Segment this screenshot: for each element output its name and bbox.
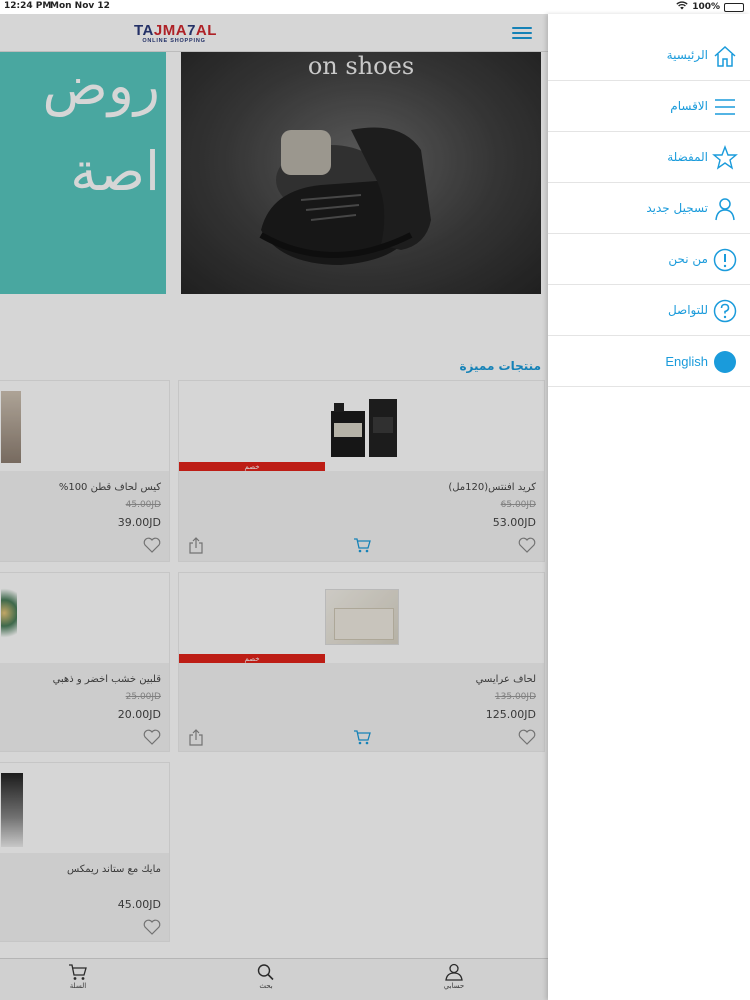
status-bar: 12:24 PM Mon Nov 12 100% bbox=[0, 0, 750, 14]
star-icon bbox=[712, 145, 738, 170]
wifi-icon bbox=[676, 1, 688, 13]
menu-item-language[interactable]: English bbox=[548, 336, 750, 387]
battery-percent: 100% bbox=[692, 2, 720, 12]
home-icon bbox=[714, 45, 736, 67]
menu-item-about[interactable]: من نحن bbox=[548, 234, 750, 285]
menu-item-register[interactable]: تسجيل جديد bbox=[548, 183, 750, 234]
status-date: Mon Nov 12 bbox=[50, 1, 110, 11]
status-right: 100% bbox=[676, 1, 744, 13]
side-menu-drawer: الرئيسية الاقسام المفضلة تسجيل جديد من ن… bbox=[548, 14, 750, 1000]
language-dot-icon bbox=[714, 351, 736, 373]
menu-item-label: للتواصل bbox=[667, 303, 708, 317]
list-icon bbox=[715, 99, 735, 115]
menu-item-contact[interactable]: للتواصل bbox=[548, 285, 750, 336]
menu-item-label: المفضلة bbox=[667, 150, 708, 164]
menu-item-label: الرئيسية bbox=[666, 48, 708, 62]
menu-item-label: تسجيل جديد bbox=[646, 201, 708, 215]
menu-item-label: الاقسام bbox=[670, 99, 708, 113]
info-icon bbox=[713, 248, 737, 272]
battery-icon bbox=[724, 2, 744, 12]
app-screen: 12:24 PM Mon Nov 12 100% TAJMA7AL ONLINE… bbox=[0, 0, 750, 1000]
menu-item-categories[interactable]: الاقسام bbox=[548, 81, 750, 132]
user-icon bbox=[715, 198, 735, 221]
status-time: 12:24 PM bbox=[4, 1, 52, 11]
menu-item-label: English bbox=[665, 354, 708, 369]
menu-item-favorites[interactable]: المفضلة bbox=[548, 132, 750, 183]
drawer-backdrop[interactable] bbox=[0, 14, 548, 1000]
menu-item-label: من نحن bbox=[668, 252, 708, 266]
question-icon bbox=[713, 299, 737, 323]
menu-item-home[interactable]: الرئيسية bbox=[548, 30, 750, 81]
